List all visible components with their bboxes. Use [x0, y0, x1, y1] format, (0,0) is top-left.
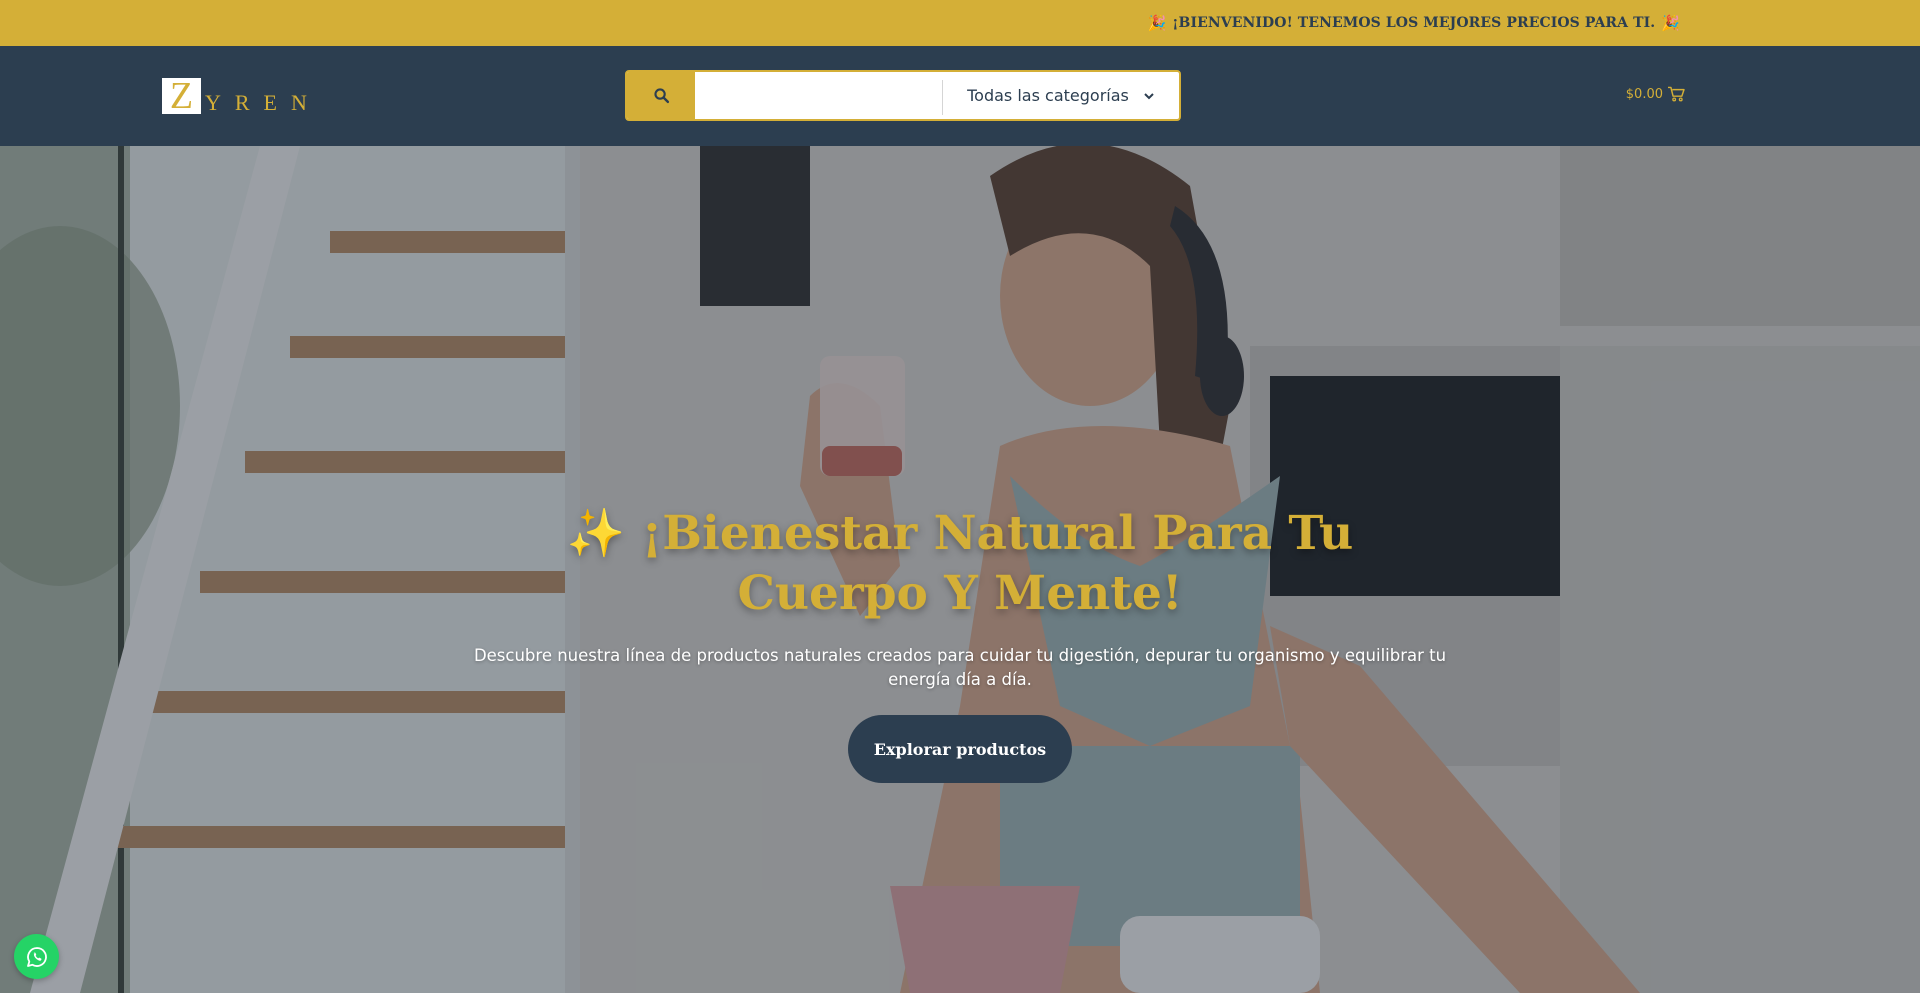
category-select-value: Todas las categorías: [967, 86, 1129, 105]
whatsapp-button[interactable]: [14, 934, 59, 979]
party-popper-icon: 🎉: [1147, 14, 1167, 32]
cart-button[interactable]: $0.00: [1626, 84, 1685, 104]
party-popper-icon: 🎉: [1661, 14, 1680, 32]
cart-total: $0.00: [1625, 86, 1663, 102]
search-bar: Todas las categorías: [625, 70, 1181, 121]
chevron-down-icon: [1144, 92, 1154, 99]
hero-content: ✨ ¡Bienestar Natural Para Tu Cuerpo Y Me…: [0, 504, 1920, 783]
announcement-bar: 🎉 ¡BIENVENIDO! TENEMOS LOS MEJORES PRECI…: [0, 0, 1920, 46]
explore-products-button[interactable]: Explorar productos: [848, 715, 1072, 783]
cart-icon: [1668, 86, 1685, 102]
logo-wordmark: YREN: [205, 90, 321, 115]
hero-title: ✨ ¡Bienestar Natural Para Tu Cuerpo Y Me…: [470, 504, 1450, 624]
hero-title-text: ¡Bienestar Natural Para Tu Cuerpo Y Ment…: [641, 506, 1354, 621]
hero-subtitle: Descubre nuestra línea de productos natu…: [473, 646, 1447, 689]
search-input[interactable]: [695, 80, 943, 115]
whatsapp-icon: [26, 946, 47, 967]
sparkles-icon: ✨: [566, 506, 626, 561]
hero-section: ✨ ¡Bienestar Natural Para Tu Cuerpo Y Me…: [0, 146, 1920, 993]
category-select[interactable]: Todas las categorías: [943, 72, 1179, 119]
search-icon: [653, 88, 669, 104]
site-header: Z YREN Todas las categorías $0.00: [0, 46, 1920, 146]
announcement-message: 🎉 ¡BIENVENIDO! TENEMOS LOS MEJORES PRECI…: [1147, 0, 1680, 46]
announcement-text: ¡BIENVENIDO! TENEMOS LOS MEJORES PRECIOS…: [1172, 15, 1656, 31]
logo-initial: Z: [162, 77, 201, 115]
site-logo[interactable]: Z YREN: [162, 77, 321, 115]
search-button[interactable]: [627, 72, 695, 119]
